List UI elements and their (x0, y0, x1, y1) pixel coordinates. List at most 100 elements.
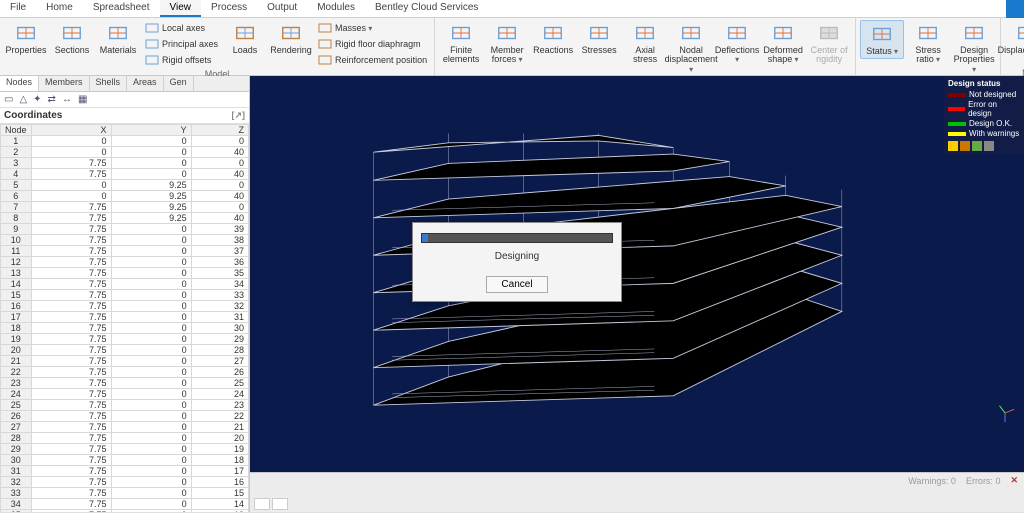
expand-icon[interactable]: [↗] (231, 110, 245, 121)
table-row[interactable]: 287.75020 (1, 433, 249, 444)
table-row[interactable]: 327.75016 (1, 477, 249, 488)
cell-x[interactable]: 7.75 (31, 323, 111, 334)
table-row[interactable]: 167.75032 (1, 301, 249, 312)
cell-y[interactable]: 0 (111, 433, 191, 444)
cell-y[interactable]: 0 (111, 356, 191, 367)
cell-x[interactable]: 7.75 (31, 400, 111, 411)
tool-select-icon[interactable]: ▭ (4, 94, 13, 105)
cell-z[interactable]: 26 (191, 367, 248, 378)
axial-stress-button[interactable]: Axial stress (623, 20, 667, 67)
cell-z[interactable]: 0 (191, 180, 248, 191)
cell-x[interactable]: 7.75 (31, 455, 111, 466)
cell-x[interactable]: 7.75 (31, 202, 111, 213)
cell-y[interactable]: 0 (111, 257, 191, 268)
cell-x[interactable]: 0 (31, 191, 111, 202)
masses-button[interactable]: Masses (315, 20, 430, 36)
cell-y[interactable]: 0 (111, 378, 191, 389)
menu-tab-bentley-cloud-services[interactable]: Bentley Cloud Services (365, 0, 488, 17)
table-row[interactable]: 127.75036 (1, 257, 249, 268)
cell-z[interactable]: 25 (191, 378, 248, 389)
table-row[interactable]: 117.75037 (1, 246, 249, 257)
cell-z[interactable]: 40 (191, 147, 248, 158)
nodal-disp-button[interactable]: Nodal displacement (669, 20, 713, 76)
cell-x[interactable]: 7.75 (31, 290, 111, 301)
table-row[interactable]: 297.75019 (1, 444, 249, 455)
cell-x[interactable]: 7.75 (31, 510, 111, 513)
cell-x[interactable]: 7.75 (31, 433, 111, 444)
reinforcement-button[interactable]: Reinforcement position (315, 52, 430, 68)
table-row[interactable]: 47.75040 (1, 169, 249, 180)
left-tab-nodes[interactable]: Nodes (0, 76, 39, 91)
cell-z[interactable]: 40 (191, 213, 248, 224)
deflections-button[interactable]: Deflections (715, 20, 759, 67)
table-row[interactable]: 237.75025 (1, 378, 249, 389)
menu-tab-file[interactable]: File (0, 0, 36, 17)
cell-y[interactable]: 0 (111, 477, 191, 488)
cell-x[interactable]: 7.75 (31, 246, 111, 257)
cell-z[interactable]: 22 (191, 411, 248, 422)
cell-x[interactable]: 7.75 (31, 169, 111, 180)
table-row[interactable]: 307.75018 (1, 455, 249, 466)
finite-elements-button[interactable]: Finite elements (439, 20, 483, 67)
principal-axes-button[interactable]: Principal axes (142, 36, 221, 52)
cell-z[interactable]: 24 (191, 389, 248, 400)
cell-z[interactable]: 37 (191, 246, 248, 257)
cell-y[interactable]: 0 (111, 323, 191, 334)
table-row[interactable]: 357.75013 (1, 510, 249, 513)
cell-z[interactable]: 39 (191, 224, 248, 235)
cell-x[interactable]: 7.75 (31, 422, 111, 433)
cell-y[interactable]: 0 (111, 169, 191, 180)
cell-x[interactable]: 7.75 (31, 466, 111, 477)
cell-y[interactable]: 0 (111, 158, 191, 169)
reactions-button[interactable]: Reactions (531, 20, 575, 57)
cell-y[interactable]: 0 (111, 147, 191, 158)
cell-y[interactable]: 0 (111, 345, 191, 356)
cell-z[interactable]: 38 (191, 235, 248, 246)
table-row[interactable]: 20040 (1, 147, 249, 158)
cell-x[interactable]: 7.75 (31, 268, 111, 279)
cell-y[interactable]: 9.25 (111, 180, 191, 191)
cell-z[interactable]: 0 (191, 202, 248, 213)
cancel-button[interactable]: Cancel (486, 276, 547, 293)
stress-ratio-button[interactable]: Stress ratio (906, 20, 950, 67)
cell-z[interactable]: 20 (191, 433, 248, 444)
cell-z[interactable]: 36 (191, 257, 248, 268)
cell-x[interactable]: 7.75 (31, 367, 111, 378)
cell-x[interactable]: 7.75 (31, 279, 111, 290)
cell-z[interactable]: 30 (191, 323, 248, 334)
cell-x[interactable]: 7.75 (31, 356, 111, 367)
cell-y[interactable]: 0 (111, 466, 191, 477)
tool-tri-icon[interactable]: △ (19, 94, 27, 105)
deformed-shape-button[interactable]: Deformed shape (761, 20, 805, 67)
cell-z[interactable]: 40 (191, 191, 248, 202)
table-row[interactable]: 157.75033 (1, 290, 249, 301)
cell-y[interactable]: 0 (111, 246, 191, 257)
table-row[interactable]: 147.75034 (1, 279, 249, 290)
cell-z[interactable]: 34 (191, 279, 248, 290)
cell-y[interactable]: 0 (111, 455, 191, 466)
menu-tab-home[interactable]: Home (36, 0, 83, 17)
member-forces-button[interactable]: Member forces (485, 20, 529, 67)
table-row[interactable]: 337.75015 (1, 488, 249, 499)
status-button[interactable]: Status (860, 20, 904, 59)
left-tab-areas[interactable]: Areas (127, 76, 164, 91)
cell-x[interactable]: 7.75 (31, 499, 111, 510)
cell-z[interactable]: 28 (191, 345, 248, 356)
left-tab-members[interactable]: Members (39, 76, 90, 91)
table-row[interactable]: 509.250 (1, 180, 249, 191)
menu-tab-output[interactable]: Output (257, 0, 307, 17)
menu-tab-modules[interactable]: Modules (307, 0, 365, 17)
cell-y[interactable]: 0 (111, 136, 191, 147)
design-props-button[interactable]: Design Properties (952, 20, 996, 76)
cell-y[interactable]: 0 (111, 235, 191, 246)
cell-z[interactable]: 14 (191, 499, 248, 510)
table-row[interactable]: 609.2540 (1, 191, 249, 202)
table-row[interactable]: 217.75027 (1, 356, 249, 367)
cell-z[interactable]: 35 (191, 268, 248, 279)
cell-y[interactable]: 0 (111, 389, 191, 400)
cell-z[interactable]: 13 (191, 510, 248, 513)
cell-x[interactable]: 7.75 (31, 378, 111, 389)
legend-mini-icon[interactable] (948, 141, 958, 151)
stresses-button[interactable]: Stresses (577, 20, 621, 57)
cell-y[interactable]: 9.25 (111, 191, 191, 202)
